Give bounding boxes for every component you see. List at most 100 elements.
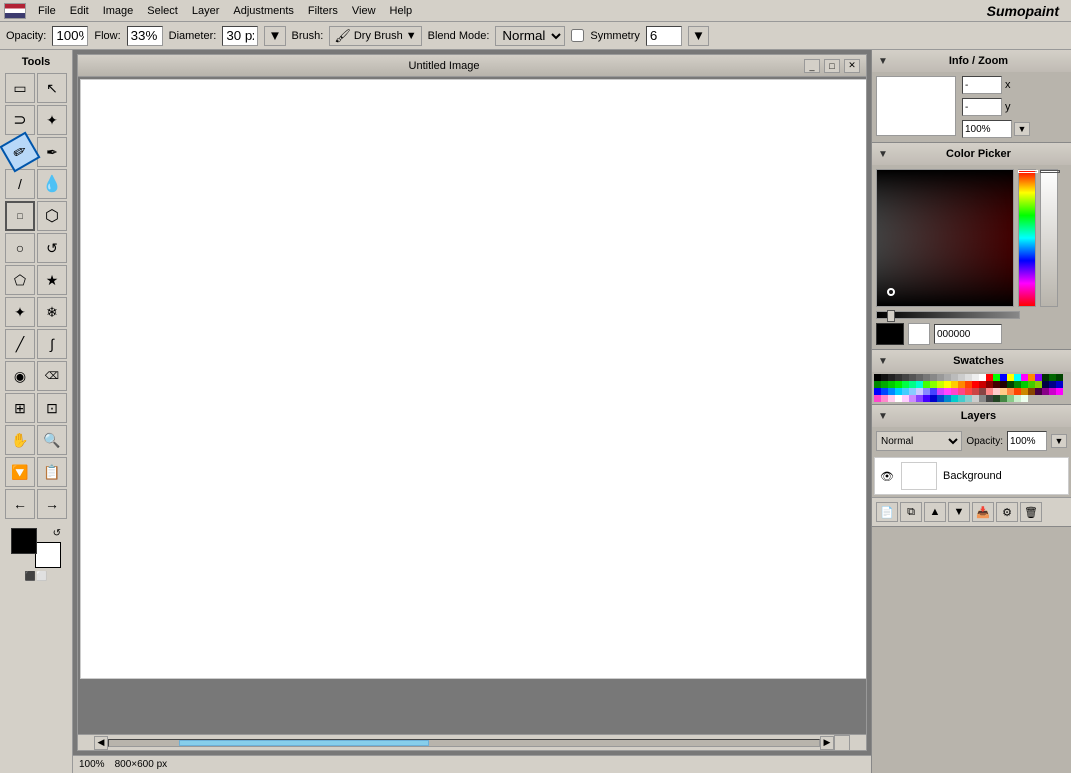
swatch-item[interactable] bbox=[965, 388, 972, 395]
menu-image[interactable]: Image bbox=[97, 3, 140, 19]
swatch-item[interactable] bbox=[1049, 388, 1056, 395]
color-picker-header[interactable]: ▼ Color Picker bbox=[872, 143, 1071, 165]
tool-snowflake[interactable]: ❄ bbox=[37, 297, 67, 327]
tool-fill[interactable]: ◉ bbox=[5, 361, 35, 391]
swatch-item[interactable] bbox=[1021, 395, 1028, 402]
info-zoom-header[interactable]: ▼ Info / Zoom bbox=[872, 50, 1071, 72]
menu-adjustments[interactable]: Adjustments bbox=[227, 3, 300, 19]
zoom-input[interactable] bbox=[962, 120, 1012, 138]
swatch-item[interactable] bbox=[1042, 388, 1049, 395]
swatch-item[interactable] bbox=[1035, 374, 1042, 381]
swatch-item[interactable] bbox=[1000, 388, 1007, 395]
swatch-item[interactable] bbox=[979, 374, 986, 381]
swatch-item[interactable] bbox=[909, 381, 916, 388]
swatch-item[interactable] bbox=[888, 374, 895, 381]
swatch-item[interactable] bbox=[902, 395, 909, 402]
swatch-item[interactable] bbox=[1007, 381, 1014, 388]
swatch-item[interactable] bbox=[993, 374, 1000, 381]
menu-view[interactable]: View bbox=[346, 3, 382, 19]
layer-row[interactable]: 👁 Background bbox=[874, 457, 1069, 495]
swatch-item[interactable] bbox=[972, 395, 979, 402]
swatch-item[interactable] bbox=[874, 395, 881, 402]
swatch-item[interactable] bbox=[1056, 374, 1063, 381]
swatch-item[interactable] bbox=[993, 395, 1000, 402]
swatch-item[interactable] bbox=[944, 381, 951, 388]
swatch-item[interactable] bbox=[888, 395, 895, 402]
swatch-item[interactable] bbox=[1014, 388, 1021, 395]
tool-curve[interactable]: ∫ bbox=[37, 329, 67, 359]
move-layer-down-btn[interactable]: ▼ bbox=[948, 502, 970, 522]
swatch-item[interactable] bbox=[895, 388, 902, 395]
swatch-item[interactable] bbox=[888, 388, 895, 395]
layer-mode-select[interactable]: Normal bbox=[876, 431, 962, 451]
diameter-dropdown[interactable]: ▼ bbox=[264, 26, 285, 46]
swatch-item[interactable] bbox=[972, 374, 979, 381]
swatch-item[interactable] bbox=[1042, 374, 1049, 381]
swatch-item[interactable] bbox=[1000, 381, 1007, 388]
swatch-item[interactable] bbox=[930, 374, 937, 381]
swatch-item[interactable] bbox=[1007, 395, 1014, 402]
swatch-item[interactable] bbox=[965, 374, 972, 381]
swatch-item[interactable] bbox=[972, 388, 979, 395]
scroll-left-arrow[interactable]: ◀ bbox=[94, 736, 108, 750]
tool-pen[interactable]: ✒ bbox=[37, 137, 67, 167]
tool-color-pick[interactable]: 🔽 bbox=[5, 457, 35, 487]
swatch-item[interactable] bbox=[965, 381, 972, 388]
swatch-item[interactable] bbox=[895, 395, 902, 402]
swatches-header[interactable]: ▼ Swatches bbox=[872, 350, 1071, 372]
menu-help[interactable]: Help bbox=[384, 3, 419, 19]
tool-magic-select[interactable]: ⬡ bbox=[37, 201, 67, 231]
tool-eyedropper[interactable]: 💧 bbox=[37, 169, 67, 199]
swatch-item[interactable] bbox=[1014, 395, 1021, 402]
swatch-item[interactable] bbox=[1028, 388, 1035, 395]
swatch-item[interactable] bbox=[1000, 395, 1007, 402]
swatch-item[interactable] bbox=[1014, 374, 1021, 381]
symmetry-checkbox[interactable] bbox=[571, 29, 584, 42]
swatch-item[interactable] bbox=[930, 381, 937, 388]
tool-zoom[interactable]: 🔍 bbox=[37, 425, 67, 455]
swatch-item[interactable] bbox=[916, 395, 923, 402]
opacity-input[interactable] bbox=[52, 26, 88, 46]
alpha-strip[interactable] bbox=[1040, 169, 1058, 307]
swatch-item[interactable] bbox=[888, 381, 895, 388]
swatch-item[interactable] bbox=[993, 388, 1000, 395]
swatch-item[interactable] bbox=[1042, 381, 1049, 388]
swatch-item[interactable] bbox=[1049, 374, 1056, 381]
flow-input[interactable] bbox=[127, 26, 163, 46]
canvas-close-btn[interactable]: ✕ bbox=[844, 59, 860, 73]
swatch-item[interactable] bbox=[895, 381, 902, 388]
swatch-item[interactable] bbox=[874, 381, 881, 388]
tool-pencil[interactable]: / bbox=[5, 169, 35, 199]
tool-history[interactable]: 📋 bbox=[37, 457, 67, 487]
swatch-item[interactable] bbox=[930, 388, 937, 395]
swatch-item[interactable] bbox=[923, 395, 930, 402]
swatch-item[interactable] bbox=[881, 388, 888, 395]
foreground-color-box[interactable] bbox=[11, 528, 37, 554]
scrollbar-track[interactable] bbox=[108, 739, 820, 747]
swatch-item[interactable] bbox=[1021, 388, 1028, 395]
scrollbar-thumb[interactable] bbox=[179, 740, 429, 746]
layer-visibility-eye[interactable]: 👁 bbox=[879, 468, 895, 484]
swatch-item[interactable] bbox=[944, 395, 951, 402]
swatch-item[interactable] bbox=[951, 374, 958, 381]
tool-ellipse[interactable]: ○ bbox=[5, 233, 35, 263]
brush-selector[interactable]: 🖌 Dry Brush ▼ bbox=[329, 26, 421, 46]
symmetry-input[interactable] bbox=[646, 26, 682, 46]
canvas-maximize-btn[interactable]: □ bbox=[824, 59, 840, 73]
swatch-item[interactable] bbox=[881, 374, 888, 381]
tool-arrow-right[interactable]: → bbox=[37, 489, 67, 519]
swatch-item[interactable] bbox=[909, 374, 916, 381]
swatch-item[interactable] bbox=[1035, 381, 1042, 388]
swatch-item[interactable] bbox=[902, 374, 909, 381]
bg-color-display[interactable] bbox=[908, 323, 930, 345]
tool-magic-wand[interactable]: ✦ bbox=[37, 105, 67, 135]
color-gradient[interactable] bbox=[876, 169, 1014, 307]
swatch-item[interactable] bbox=[923, 374, 930, 381]
swatch-item[interactable] bbox=[986, 388, 993, 395]
swatch-item[interactable] bbox=[979, 388, 986, 395]
new-layer-btn[interactable]: 📄 bbox=[876, 502, 898, 522]
swatch-item[interactable] bbox=[874, 374, 881, 381]
tool-marquee-rect[interactable]: ▭ bbox=[5, 73, 35, 103]
swatch-item[interactable] bbox=[1028, 374, 1035, 381]
swatch-item[interactable] bbox=[979, 381, 986, 388]
